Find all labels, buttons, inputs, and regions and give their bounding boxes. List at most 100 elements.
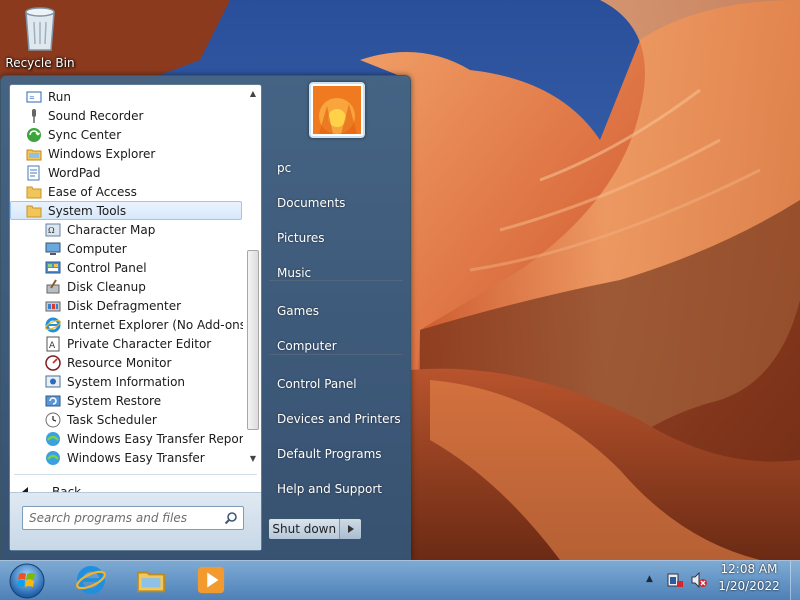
program-label: Sync Center (48, 127, 122, 142)
program-item[interactable]: Sound Recorder (26, 106, 143, 125)
program-item[interactable]: Sync Center (26, 125, 121, 144)
program-item[interactable]: Windows Easy Transfer (45, 448, 205, 467)
easy-transfer-icon (45, 431, 61, 447)
taskbar-internet-explorer-button[interactable] (62, 563, 120, 599)
folder-icon (26, 203, 42, 219)
start-link-label: Devices and Printers (277, 412, 401, 426)
sync-icon (26, 127, 42, 143)
start-link-pictures[interactable]: Pictures (269, 224, 407, 252)
user-picture[interactable] (309, 82, 365, 138)
program-item[interactable]: Disk Cleanup (45, 277, 146, 296)
recycle-bin-desktop-icon[interactable]: Recycle Bin (4, 4, 76, 70)
program-label: System Restore (67, 393, 162, 408)
shutdown-button[interactable]: Shut down (269, 519, 340, 539)
program-item[interactable]: System Restore (45, 391, 161, 410)
computer-icon (45, 241, 61, 257)
program-item[interactable]: = Run (26, 87, 71, 106)
internet-explorer-icon (76, 565, 106, 598)
shutdown-options-button[interactable] (339, 519, 361, 539)
taskbar-clock[interactable]: 12:08 AM 1/20/2022 (710, 561, 788, 595)
svg-text:A: A (49, 341, 56, 351)
program-item[interactable]: Disk Defragmenter (45, 296, 181, 315)
flower-user-picture-icon (313, 86, 361, 134)
start-link-label: Default Programs (277, 447, 382, 461)
start-button[interactable] (6, 562, 48, 600)
divider (269, 354, 403, 355)
program-item[interactable]: Windows Easy Transfer Reports (45, 429, 243, 448)
search-icon[interactable] (224, 511, 238, 525)
folder-explorer-icon (136, 565, 166, 598)
start-link-music[interactable]: Music (269, 259, 407, 287)
program-item[interactable]: Ω Character Map (45, 220, 155, 239)
start-link-label: Games (277, 304, 319, 318)
program-label: Control Panel (67, 260, 147, 275)
divider (269, 280, 403, 281)
program-label: Disk Cleanup (67, 279, 146, 294)
folder-icon (26, 184, 42, 200)
program-item[interactable]: System Tools (10, 201, 242, 220)
program-list-scrollbar[interactable]: ▲ ▼ (245, 85, 261, 468)
clock-date: 1/20/2022 (718, 579, 780, 593)
start-link-user-folder[interactable]: pc (269, 154, 407, 182)
wordpad-icon (26, 165, 42, 181)
start-menu-left-pane: = Run Sound Recorder Sync Center Windows Exp… (9, 84, 262, 551)
start-link-games[interactable]: Games (269, 297, 407, 325)
run-icon: = (26, 89, 42, 105)
easy-transfer-icon (45, 450, 61, 466)
program-item[interactable]: WordPad (26, 163, 101, 182)
program-item[interactable]: Windows Explorer (26, 144, 155, 163)
recycle-bin-label: Recycle Bin (5, 56, 75, 70)
program-item[interactable]: System Information (45, 372, 185, 391)
program-label: Sound Recorder (48, 108, 144, 123)
scroll-thumb[interactable] (247, 250, 259, 430)
show-desktop-button[interactable] (790, 561, 800, 600)
program-label: Internet Explorer (No Add-ons) (67, 317, 243, 332)
power-icon[interactable] (666, 572, 684, 588)
character-editor-icon: A (45, 336, 61, 352)
program-label: Windows Easy Transfer (67, 450, 205, 465)
program-item[interactable]: Task Scheduler (45, 410, 157, 429)
start-link-label: Music (277, 266, 312, 280)
taskbar-windows-explorer-button[interactable] (122, 563, 180, 599)
scroll-down-icon[interactable]: ▼ (245, 452, 261, 466)
program-item[interactable]: Internet Explorer (No Add-ons) (45, 315, 243, 334)
start-link-help-and-support[interactable]: Help and Support (269, 475, 407, 503)
search-box[interactable] (22, 506, 244, 530)
program-item[interactable]: Control Panel (45, 258, 147, 277)
program-label: WordPad (48, 165, 101, 180)
internet-explorer-icon (45, 317, 61, 333)
start-link-control-panel[interactable]: Control Panel (269, 370, 407, 398)
chevron-right-icon (347, 525, 354, 533)
clock-icon (45, 412, 61, 428)
search-input[interactable] (29, 510, 217, 526)
start-link-computer[interactable]: Computer (269, 332, 407, 360)
start-link-label: Documents (277, 196, 346, 210)
divider (14, 474, 257, 475)
program-label: Character Map (67, 222, 156, 237)
character-map-icon: Ω (45, 222, 61, 238)
start-link-default-programs[interactable]: Default Programs (269, 440, 407, 468)
start-link-devices-and-printers[interactable]: Devices and Printers (269, 405, 407, 433)
program-item[interactable]: Computer (45, 239, 127, 258)
disk-defragmenter-icon (45, 298, 61, 314)
program-item[interactable]: A Private Character Editor (45, 334, 211, 353)
scroll-up-icon[interactable]: ▲ (245, 87, 261, 101)
control-panel-icon (45, 260, 61, 276)
program-item[interactable]: Resource Monitor (45, 353, 171, 372)
program-item[interactable]: Ease of Access (26, 182, 137, 201)
taskbar-media-player-button[interactable] (182, 563, 240, 599)
tray-expand-button[interactable]: ▲ (646, 574, 653, 584)
start-menu: = Run Sound Recorder Sync Center Windows Exp… (0, 75, 411, 560)
start-link-documents[interactable]: Documents (269, 189, 407, 217)
all-programs-list: = Run Sound Recorder Sync Center Windows Exp… (10, 85, 243, 468)
sound-muted-icon[interactable] (690, 572, 708, 588)
search-area (10, 492, 261, 550)
folder-explorer-icon (26, 146, 42, 162)
resource-monitor-icon (45, 354, 61, 371)
svg-text:=: = (29, 94, 35, 102)
recycle-bin-icon (25, 7, 55, 51)
program-label: Windows Explorer (48, 146, 156, 161)
program-label: Private Character Editor (67, 336, 212, 351)
shutdown-group: Shut down (268, 518, 362, 540)
program-label: Disk Defragmenter (67, 298, 182, 313)
